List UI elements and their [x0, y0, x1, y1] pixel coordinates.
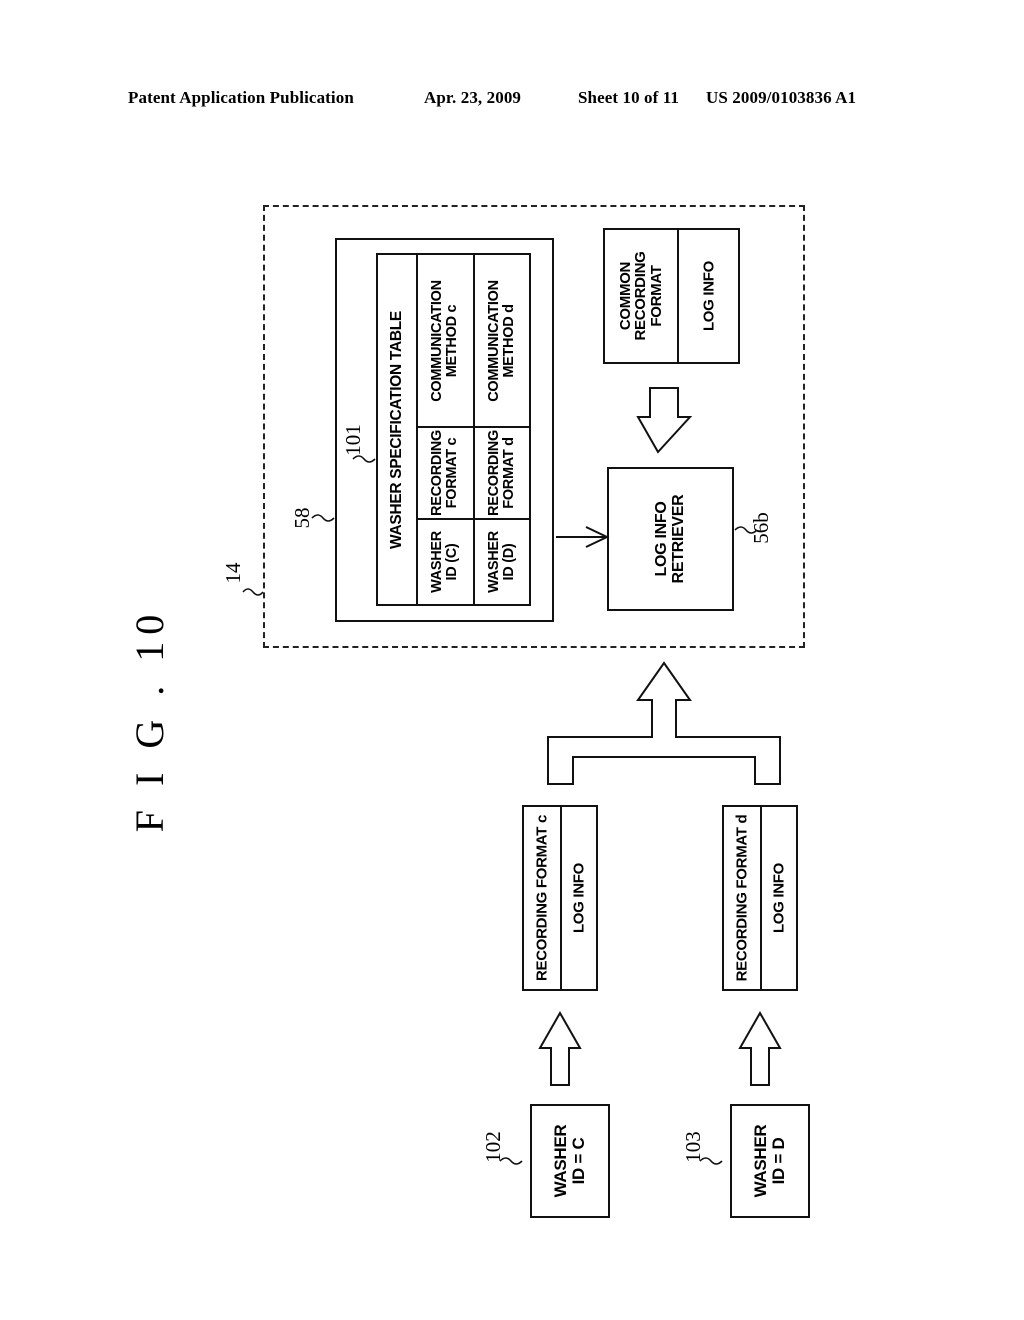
- spec-table-title-cell: WASHER SPECIFICATION TABLE: [378, 255, 418, 604]
- packet-log-cell: LOG INFO: [562, 807, 596, 989]
- header-publication: Patent Application Publication: [128, 88, 354, 107]
- packet-format-label: RECORDING FORMAT d: [733, 814, 751, 982]
- log-info-retriever-label: LOG INFO RETRIEVER: [652, 494, 687, 584]
- ref-numeral-103: 103: [681, 1131, 705, 1163]
- cell-washer-id: WASHER ID (C): [418, 520, 473, 604]
- common-format-cell: COMMON RECORDING FORMAT: [605, 230, 679, 362]
- cell-text: WASHER ID (D): [485, 531, 517, 593]
- ref-numeral-58: 58: [290, 507, 314, 529]
- spec-table-body: COMMUNICATION METHOD c RECORDING FORMAT c …: [418, 255, 529, 604]
- packet-log-label: LOG INFO: [570, 862, 588, 934]
- cell-washer-id: WASHER ID (D): [475, 520, 530, 604]
- cell-text: RECORDING FORMAT c: [429, 430, 461, 516]
- packet-format-label: RECORDING FORMAT c: [533, 815, 551, 981]
- spec-table-title: WASHER SPECIFICATION TABLE: [388, 310, 405, 549]
- header-sheet: Sheet 10 of 11: [578, 88, 680, 107]
- ref-numeral-101: 101: [341, 424, 365, 456]
- packet-log-cell: LOG INFO: [762, 807, 796, 989]
- page-header: Patent Application Publication Apr. 23, …: [0, 88, 1024, 114]
- cell-text: COMMUNICATION METHOD c: [429, 279, 461, 402]
- ref-numeral-14: 14: [221, 562, 245, 584]
- common-log-cell: LOG INFO: [679, 230, 738, 362]
- table-row: COMMUNICATION METHOD c RECORDING FORMAT c …: [418, 255, 475, 604]
- common-format-label: COMMON RECORDING FORMAT: [616, 251, 665, 341]
- cell-text: RECORDING FORMAT d: [485, 430, 517, 516]
- packet-log-label: LOG INFO: [770, 862, 788, 934]
- recording-format-packet-c: RECORDING FORMAT c LOG INFO: [522, 805, 598, 991]
- hollow-merge-arrow-packets-to-unit: [547, 661, 781, 785]
- ref-numeral-102: 102: [481, 1131, 505, 1163]
- washer-label: WASHER ID = D: [751, 1124, 788, 1198]
- packet-format-cell: RECORDING FORMAT c: [524, 807, 562, 989]
- cell-communication-method: COMMUNICATION METHOD c: [418, 255, 473, 428]
- cell-text: COMMUNICATION METHOD d: [485, 279, 517, 402]
- header-date: Apr. 23, 2009: [424, 88, 522, 107]
- common-recording-format-box: COMMON RECORDING FORMAT LOG INFO: [603, 228, 740, 364]
- washer-box-c: WASHER ID = C: [530, 1104, 610, 1218]
- header-patent-number: US 2009/0103836 A1: [706, 88, 857, 107]
- hollow-arrow-washer-d-to-packet-d: [738, 1010, 782, 1086]
- packet-format-cell: RECORDING FORMAT d: [724, 807, 762, 989]
- cell-communication-method: COMMUNICATION METHOD d: [474, 255, 529, 428]
- cell-text: WASHER ID (C): [429, 531, 461, 593]
- common-log-label: LOG INFO: [699, 260, 717, 332]
- cell-recording-format: RECORDING FORMAT d: [474, 428, 529, 520]
- washer-label: WASHER ID = C: [551, 1124, 588, 1198]
- ref-numeral-56b: 56b: [749, 512, 773, 544]
- figure-label: F I G . 10: [127, 607, 172, 833]
- cell-recording-format: RECORDING FORMAT c: [418, 428, 473, 520]
- table-row: COMMUNICATION METHOD d RECORDING FORMAT d …: [474, 255, 530, 604]
- washer-box-d: WASHER ID = D: [730, 1104, 810, 1218]
- hollow-arrow-washer-c-to-packet-c: [538, 1010, 582, 1086]
- washer-specification-table: WASHER SPECIFICATION TABLE COMMUNICATION…: [376, 253, 531, 606]
- recording-format-packet-d: RECORDING FORMAT d LOG INFO: [722, 805, 798, 991]
- log-info-retriever-box: LOG INFO RETRIEVER: [607, 467, 734, 611]
